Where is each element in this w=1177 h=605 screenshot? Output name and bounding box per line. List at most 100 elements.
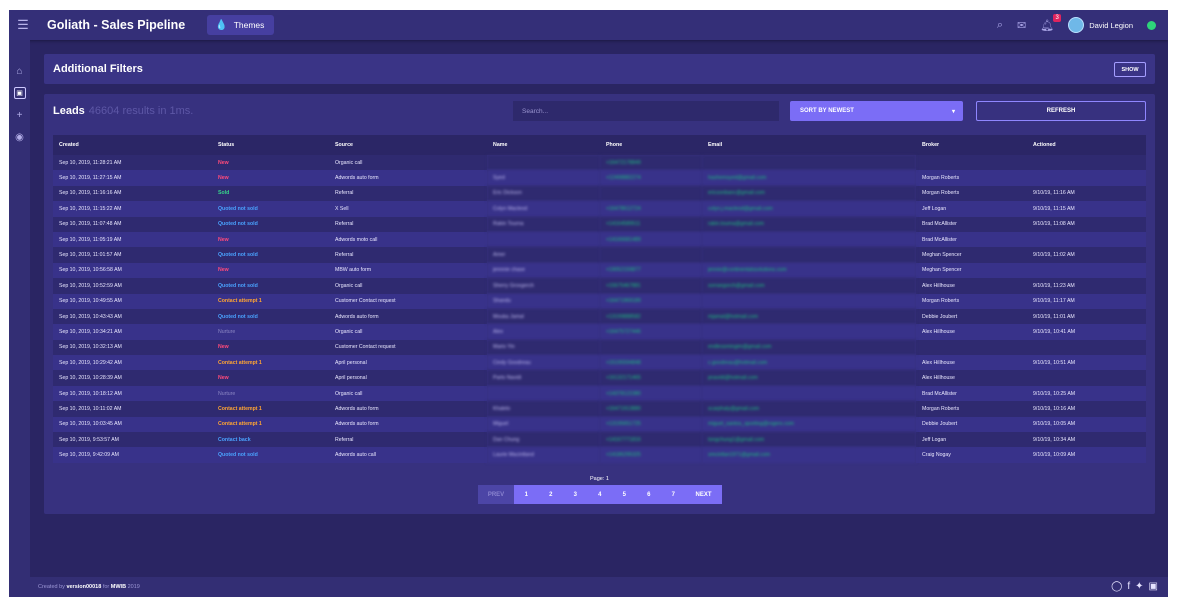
table-row[interactable]: Sep 10, 2019, 11:15:22 AM Quoted not sold… — [53, 201, 1146, 217]
table-row[interactable]: Sep 10, 2019, 10:11:02 AM Contact attempt… — [53, 401, 1146, 417]
refresh-button[interactable]: REFRESH — [976, 101, 1146, 121]
table-row[interactable]: Sep 10, 2019, 10:56:58 AM New MBW auto for… — [53, 262, 1146, 279]
cell-source: Adwords moto call — [329, 231, 487, 248]
table-row[interactable]: Sep 10, 2019, 10:03:45 AM Contact attempt… — [53, 416, 1146, 433]
column-header-source[interactable]: Source — [329, 135, 487, 155]
cell-broker — [916, 339, 1027, 356]
mail-icon[interactable]: ✉ — [1017, 19, 1026, 32]
cell-status: New — [212, 370, 329, 386]
cell-email — [702, 247, 916, 263]
cell-actioned: 9/10/19, 11:17 AM — [1027, 293, 1146, 309]
user-menu[interactable]: David Legion — [1068, 17, 1133, 33]
avatar — [1068, 17, 1085, 33]
table-row[interactable]: Sep 10, 2019, 10:32:13 AM New Customer Con… — [53, 339, 1146, 356]
column-header-phone[interactable]: Phone — [600, 135, 702, 155]
cell-source: Referral — [329, 216, 487, 232]
table-row[interactable]: Sep 10, 2019, 10:52:59 AM Quoted not sold… — [53, 278, 1146, 294]
cell-broker: Morgan Roberts — [916, 293, 1027, 309]
cell-created: Sep 10, 2019, 11:27:15 AM — [53, 170, 212, 186]
online-status-icon[interactable] — [1147, 20, 1156, 30]
table-row[interactable]: Sep 10, 2019, 10:18:12 AM Nurture Organic … — [53, 385, 1146, 402]
table-row[interactable]: Sep 10, 2019, 11:28:21 AM New Organic call… — [53, 155, 1146, 171]
cell-broker: Debbie Joubert — [916, 416, 1027, 433]
next-page-button[interactable]: NEXT — [685, 485, 722, 504]
leads-panel: Leads46604 results in 1ms. SORT BY NEWES… — [44, 94, 1155, 514]
page-button-4[interactable]: 4 — [587, 485, 612, 504]
cell-email: sorraegorch@gmail.com — [702, 278, 916, 294]
table-row[interactable]: Sep 10, 2019, 10:34:21 AM Nurture Organic … — [53, 324, 1146, 340]
column-header-created[interactable]: Created — [53, 135, 212, 155]
column-header-name[interactable]: Name — [487, 135, 600, 155]
table-row[interactable]: Sep 10, 2019, 9:53:57 AM Contact back Refe… — [53, 432, 1146, 448]
cell-phone: +14378122380 — [600, 385, 702, 402]
app-title: Goliath - Sales Pipeline — [47, 18, 186, 32]
cell-actioned: 9/10/19, 10:41 AM — [1027, 324, 1146, 340]
table-row[interactable]: Sep 10, 2019, 10:29:42 AM Contact attempt… — [53, 355, 1146, 371]
table-row[interactable]: Sep 10, 2019, 11:05:19 AM New Adwords moto… — [53, 231, 1146, 248]
page-button-3[interactable]: 3 — [563, 485, 588, 504]
cell-created: Sep 10, 2019, 10:03:45 AM — [53, 416, 212, 433]
cell-phone: +15675467881 — [600, 278, 702, 294]
cell-created: Sep 10, 2019, 9:53:57 AM — [53, 432, 212, 448]
page-button-7[interactable]: 7 — [661, 485, 686, 504]
table-row[interactable]: Sep 10, 2019, 11:27:15 AM New Adwords auto… — [53, 170, 1146, 186]
twitter-icon[interactable]: ✦ — [1135, 581, 1143, 593]
bell-icon[interactable]: 🔔︎ 3 — [1040, 13, 1062, 32]
themes-button[interactable]: 💧 Themes — [207, 15, 275, 35]
column-header-status[interactable]: Status — [212, 135, 329, 155]
cell-status: Nurture — [212, 385, 329, 402]
cell-actioned: 9/10/19, 10:16 AM — [1027, 401, 1146, 417]
cell-email: rakin.touma@gmail.com — [702, 216, 916, 232]
cell-status: New — [212, 262, 329, 279]
search-input[interactable] — [513, 101, 779, 121]
cell-broker: Jeff Logan — [916, 201, 1027, 217]
leads-icon[interactable]: ▣ — [13, 87, 26, 99]
leads-header: Leads 46604 results in 1ms. — [53, 105, 193, 117]
facebook-icon[interactable]: f — [1127, 581, 1130, 593]
prev-page-button[interactable]: PREV — [478, 485, 514, 504]
target-icon[interactable]: ◉ — [14, 131, 26, 143]
cell-created: Sep 10, 2019, 11:05:19 AM — [53, 231, 212, 248]
page-button-6[interactable]: 6 — [636, 485, 661, 504]
cell-email: endlessmingim@gmail.com — [702, 339, 916, 356]
table-row[interactable]: Sep 10, 2019, 11:07:48 AM Quoted not sold… — [53, 216, 1146, 232]
chevron-down-icon: ▾ — [951, 108, 955, 115]
cell-actioned — [1027, 262, 1146, 279]
cell-source: Adwords auto form — [329, 308, 487, 325]
home-icon[interactable]: ⌂ — [14, 65, 26, 77]
table-row[interactable]: Sep 10, 2019, 10:49:55 AM Contact attempt… — [53, 293, 1146, 309]
search-icon[interactable]: ⌕ — [997, 19, 1003, 32]
table-row[interactable]: Sep 10, 2019, 11:01:57 AM Quoted not sold… — [53, 247, 1146, 263]
cell-broker: Alex Hillhouse — [916, 355, 1027, 371]
cell-name: Cindy Goodreau — [487, 355, 600, 371]
plus-icon[interactable]: + — [14, 109, 26, 121]
cell-actioned: 9/10/19, 11:23 AM — [1027, 278, 1146, 294]
cell-status: Contact attempt 1 — [212, 401, 329, 417]
cell-source: Organic call — [329, 324, 487, 340]
side-rail: ⌂ ▣ + ◉ — [9, 40, 30, 597]
cell-created: Sep 10, 2019, 10:29:42 AM — [53, 355, 212, 371]
show-filters-button[interactable]: SHOW — [1114, 62, 1146, 77]
column-header-broker[interactable]: Broker — [916, 135, 1027, 155]
cell-source: Referral — [329, 432, 487, 448]
page-button-2[interactable]: 2 — [538, 485, 563, 504]
cell-phone: +13199888582 — [600, 308, 702, 325]
footer-author[interactable]: version00018 — [66, 584, 101, 590]
column-header-actioned[interactable]: Actioned — [1027, 135, 1146, 155]
page-button-1[interactable]: 1 — [514, 485, 539, 504]
cell-name: Mario Yin — [487, 339, 600, 356]
table-row[interactable]: Sep 10, 2019, 10:28:39 AM New April person… — [53, 370, 1146, 386]
table-row[interactable]: Sep 10, 2019, 10:43:43 AM Quoted not sold… — [53, 308, 1146, 325]
footer-org[interactable]: MWIB — [111, 584, 126, 590]
cell-source: Referral — [329, 185, 487, 202]
cell-status: Contact back — [212, 432, 329, 448]
table-row[interactable]: Sep 10, 2019, 9:42:09 AM Quoted not sold A… — [53, 447, 1146, 463]
github-icon[interactable]: ◯ — [1111, 581, 1122, 593]
sort-select[interactable]: SORT BY NEWEST ▾ — [790, 101, 963, 121]
menu-icon[interactable]: ☰ — [9, 10, 37, 40]
column-header-email[interactable]: Email — [702, 135, 916, 155]
linkedin-icon[interactable]: ▣ — [1149, 581, 1158, 593]
page-button-5[interactable]: 5 — [612, 485, 637, 504]
cell-broker: Morgan Roberts — [916, 401, 1027, 417]
table-row[interactable]: Sep 10, 2019, 11:16:16 AM Sold Referral Eri… — [53, 185, 1146, 202]
